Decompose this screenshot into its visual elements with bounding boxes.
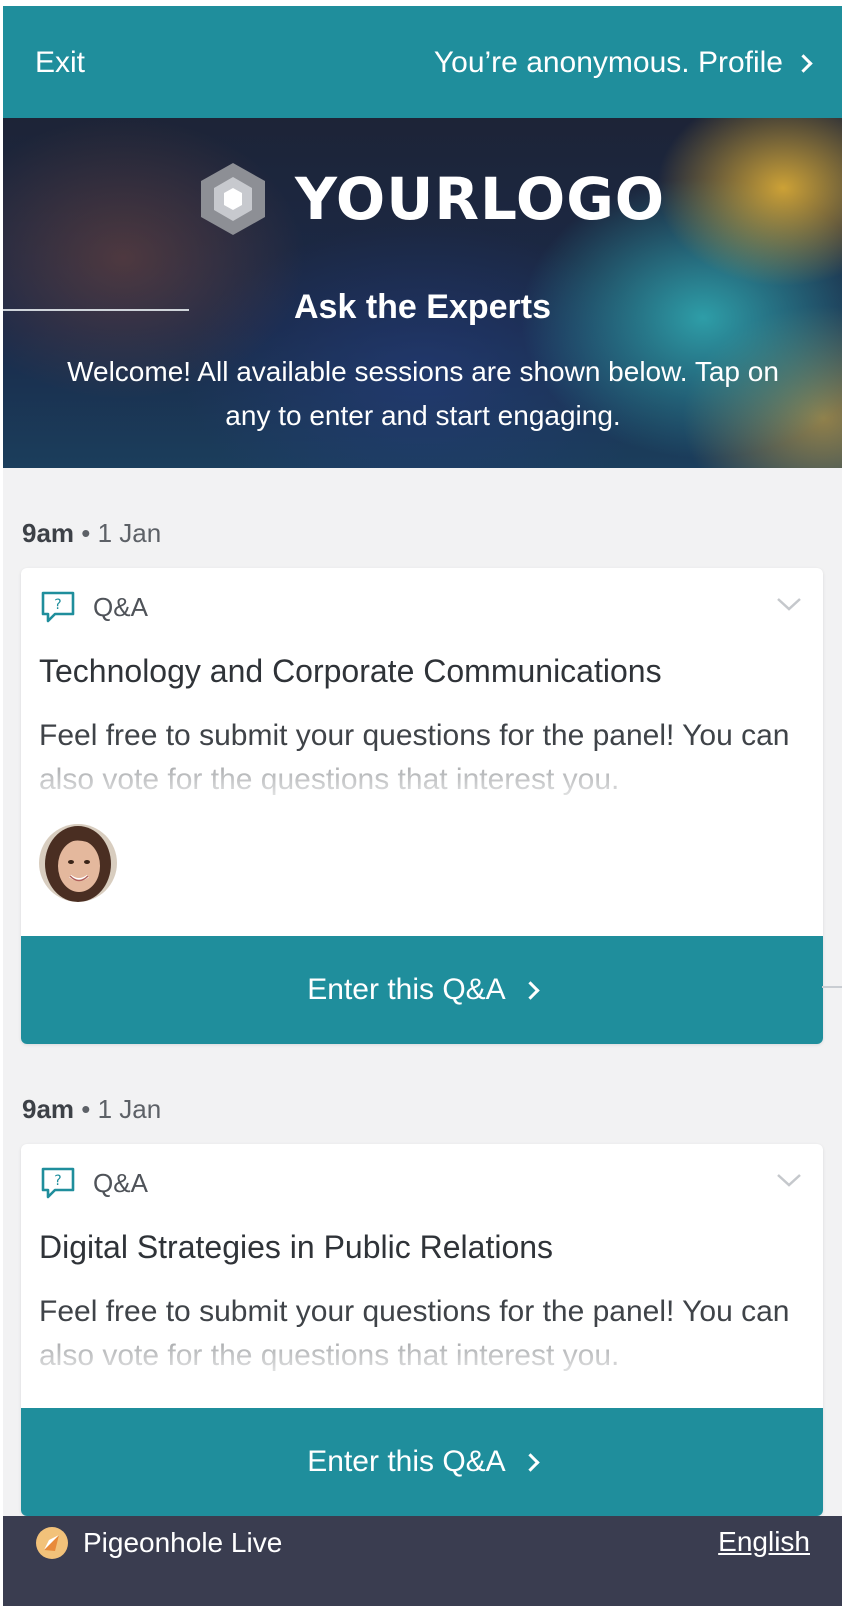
- session-time: 9am • 1 Jan: [22, 518, 161, 549]
- event-title: Ask the Experts: [294, 288, 551, 326]
- app-frame: Exit You’re anonymous. Profile YOURLOGO …: [3, 6, 842, 1606]
- chevron-down-icon[interactable]: [775, 594, 803, 614]
- session-card[interactable]: ? Q&A Technology and Corporate Communica…: [21, 568, 823, 1044]
- session-type-label: Q&A: [93, 1167, 148, 1198]
- brand: Pigeonhole Live: [35, 1526, 282, 1560]
- speaker-portrait: [39, 824, 117, 902]
- pigeonhole-logo-icon: [36, 1527, 68, 1559]
- session-time: 9am • 1 Jan: [22, 1094, 161, 1125]
- chevron-right-icon: [521, 1452, 540, 1472]
- enter-qa-button[interactable]: Enter this Q&A: [21, 936, 823, 1044]
- language-selector[interactable]: English: [718, 1526, 810, 1558]
- enter-qa-button[interactable]: Enter this Q&A: [21, 1408, 823, 1516]
- session-hour: 9am: [22, 1094, 75, 1124]
- description-fade: [39, 1330, 799, 1378]
- session-card[interactable]: ? Q&A Digital Strategies in Public Relat…: [21, 1144, 823, 1516]
- session-description: Feel free to submit your questions for t…: [39, 1290, 799, 1378]
- session-date: • 1 Jan: [81, 1094, 162, 1124]
- side-divider: [822, 986, 842, 988]
- chevron-right-icon: [521, 980, 540, 1000]
- enter-qa-label: Enter this Q&A: [307, 1445, 506, 1478]
- brand-name: Pigeonhole Live: [83, 1527, 283, 1558]
- session-title: Technology and Corporate Communications: [39, 653, 662, 689]
- session-type-label: Q&A: [93, 591, 148, 622]
- profile-label: You’re anonymous. Profile: [433, 46, 783, 79]
- chevron-down-icon[interactable]: [775, 1170, 803, 1190]
- top-bar: Exit You’re anonymous. Profile: [3, 6, 842, 118]
- logo-wordmark: YOURLOGO: [295, 165, 666, 233]
- session-date: • 1 Jan: [81, 518, 162, 548]
- session-title: Digital Strategies in Public Relations: [39, 1229, 554, 1265]
- event-description: Welcome! All available sessions are show…: [67, 356, 779, 431]
- session-hour: 9am: [22, 518, 75, 548]
- svg-text:?: ?: [54, 597, 61, 613]
- profile-link[interactable]: You’re anonymous. Profile: [433, 46, 813, 80]
- question-bubble-icon: ?: [41, 591, 75, 623]
- exit-link[interactable]: Exit: [35, 46, 85, 80]
- session-description: Feel free to submit your questions for t…: [39, 714, 799, 802]
- chevron-right-icon: [794, 53, 813, 73]
- footer-bar: Pigeonhole Live English: [3, 1516, 842, 1606]
- speaker-avatar: [39, 824, 117, 902]
- session-type: ? Q&A: [39, 590, 148, 624]
- question-bubble-icon: ?: [41, 1167, 75, 1199]
- svg-text:?: ?: [54, 1173, 61, 1189]
- description-fade: [39, 754, 799, 802]
- event-banner: YOURLOGO Ask the Experts Welcome! All av…: [3, 118, 842, 468]
- hexagon-logo-icon: [201, 163, 265, 235]
- event-logo: YOURLOGO: [195, 161, 665, 237]
- enter-qa-label: Enter this Q&A: [307, 973, 506, 1006]
- session-type: ? Q&A: [39, 1166, 148, 1200]
